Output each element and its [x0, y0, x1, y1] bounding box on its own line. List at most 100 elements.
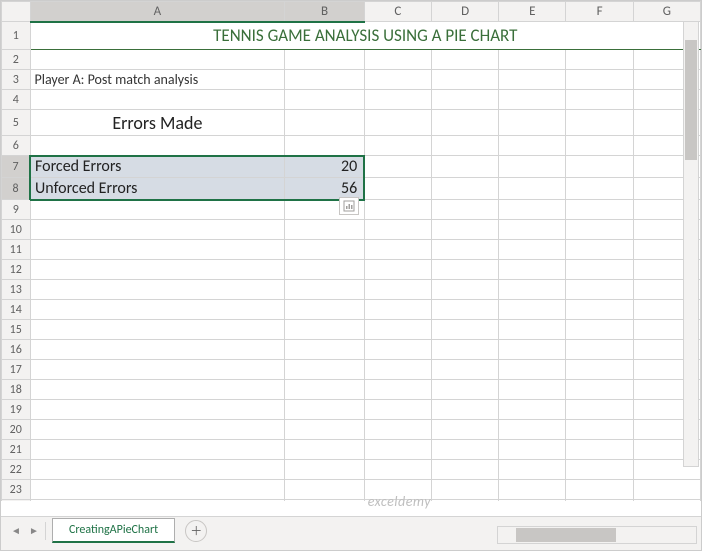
- cell[interactable]: [285, 70, 364, 90]
- cell[interactable]: [566, 156, 633, 178]
- cell[interactable]: [431, 380, 498, 400]
- cell[interactable]: [566, 500, 633, 502]
- cell[interactable]: [566, 90, 633, 110]
- cell[interactable]: [30, 460, 285, 480]
- row-header-4[interactable]: 4: [2, 90, 31, 110]
- cell[interactable]: [499, 280, 566, 300]
- horizontal-scrollbar[interactable]: [497, 526, 697, 544]
- cell[interactable]: [499, 480, 566, 500]
- cell[interactable]: [431, 240, 498, 260]
- cell[interactable]: [30, 500, 285, 502]
- tab-scroll-right-icon[interactable]: ►: [25, 521, 43, 541]
- col-header-A[interactable]: A: [30, 2, 285, 22]
- cell[interactable]: [431, 460, 498, 480]
- row-header-20[interactable]: 20: [2, 420, 31, 440]
- cell[interactable]: [499, 90, 566, 110]
- cell[interactable]: [30, 280, 285, 300]
- vertical-scrollbar[interactable]: [683, 21, 699, 467]
- cell[interactable]: [364, 50, 431, 70]
- cell-A7[interactable]: Forced Errors: [30, 156, 285, 178]
- cell[interactable]: [285, 260, 364, 280]
- scrollbar-thumb[interactable]: [685, 40, 697, 160]
- cell[interactable]: [499, 136, 566, 156]
- quick-analysis-icon[interactable]: [339, 197, 359, 215]
- cell[interactable]: [499, 440, 566, 460]
- cell[interactable]: [364, 340, 431, 360]
- cell[interactable]: [285, 400, 364, 420]
- row-header-1[interactable]: 1: [2, 22, 31, 50]
- cell[interactable]: [566, 178, 633, 200]
- cell[interactable]: [431, 300, 498, 320]
- row-header-16[interactable]: 16: [2, 340, 31, 360]
- cell[interactable]: [30, 240, 285, 260]
- sheet-tab-active[interactable]: CreatingAPieChart: [52, 518, 175, 543]
- cell[interactable]: [431, 136, 498, 156]
- cell[interactable]: [499, 70, 566, 90]
- cell[interactable]: [499, 156, 566, 178]
- scrollbar-thumb[interactable]: [516, 528, 616, 542]
- cell[interactable]: [30, 200, 285, 220]
- cell[interactable]: [285, 320, 364, 340]
- cell[interactable]: [364, 178, 431, 200]
- cell[interactable]: [566, 260, 633, 280]
- row-header-19[interactable]: 19: [2, 400, 31, 420]
- cell[interactable]: [431, 200, 498, 220]
- cell[interactable]: [431, 440, 498, 460]
- cell[interactable]: [285, 440, 364, 460]
- cell[interactable]: [285, 300, 364, 320]
- cell[interactable]: [30, 360, 285, 380]
- cell[interactable]: [431, 280, 498, 300]
- col-header-E[interactable]: E: [499, 2, 566, 22]
- title-cell[interactable]: TENNIS GAME ANALYSIS USING A PIE CHART: [30, 22, 700, 50]
- col-header-G[interactable]: G: [633, 2, 700, 22]
- cell[interactable]: [30, 440, 285, 460]
- cell[interactable]: [499, 178, 566, 200]
- cell[interactable]: [431, 110, 498, 136]
- row-header-24[interactable]: 24: [2, 500, 31, 502]
- row-header-3[interactable]: 3: [2, 70, 31, 90]
- cell[interactable]: [364, 220, 431, 240]
- cell[interactable]: [431, 420, 498, 440]
- cell[interactable]: [364, 300, 431, 320]
- cell[interactable]: [364, 460, 431, 480]
- row-header-2[interactable]: 2: [2, 50, 31, 70]
- cell[interactable]: [285, 380, 364, 400]
- cell[interactable]: [566, 400, 633, 420]
- cell[interactable]: [285, 50, 364, 70]
- cell[interactable]: [566, 200, 633, 220]
- row-header-8[interactable]: 8: [2, 178, 31, 200]
- row-header-23[interactable]: 23: [2, 480, 31, 500]
- row-header-10[interactable]: 10: [2, 220, 31, 240]
- cell[interactable]: [285, 360, 364, 380]
- cell[interactable]: [431, 320, 498, 340]
- cell[interactable]: [364, 380, 431, 400]
- cell[interactable]: [633, 480, 700, 500]
- cell[interactable]: [499, 110, 566, 136]
- row-header-17[interactable]: 17: [2, 360, 31, 380]
- subtitle-cell[interactable]: Player A: Post match analysis: [30, 70, 285, 90]
- cell[interactable]: [566, 300, 633, 320]
- cell[interactable]: [30, 136, 285, 156]
- row-header-6[interactable]: 6: [2, 136, 31, 156]
- cell[interactable]: [431, 178, 498, 200]
- cell[interactable]: [566, 280, 633, 300]
- row-header-14[interactable]: 14: [2, 300, 31, 320]
- cell[interactable]: [285, 280, 364, 300]
- cell-A8[interactable]: Unforced Errors: [30, 178, 285, 200]
- cell[interactable]: [431, 156, 498, 178]
- cell[interactable]: [285, 420, 364, 440]
- cell[interactable]: [30, 420, 285, 440]
- cell[interactable]: [30, 50, 285, 70]
- row-header-22[interactable]: 22: [2, 460, 31, 480]
- row-header-7[interactable]: 7: [2, 156, 31, 178]
- cell[interactable]: [566, 460, 633, 480]
- cell[interactable]: [566, 136, 633, 156]
- cell[interactable]: [566, 340, 633, 360]
- cell[interactable]: [431, 260, 498, 280]
- cell[interactable]: [566, 320, 633, 340]
- col-header-F[interactable]: F: [566, 2, 633, 22]
- cell[interactable]: [566, 480, 633, 500]
- cell[interactable]: [499, 380, 566, 400]
- cell[interactable]: [566, 360, 633, 380]
- cell[interactable]: [499, 500, 566, 502]
